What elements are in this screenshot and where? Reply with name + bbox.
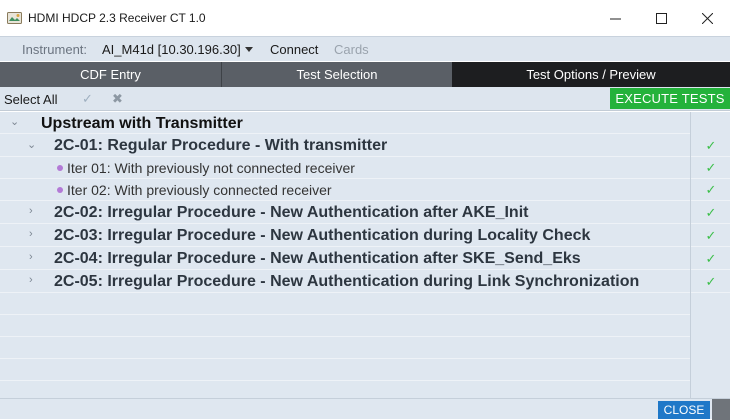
test-row[interactable]: › 2C-05: Irregular Procedure - New Authe… (0, 270, 690, 293)
empty-row (0, 293, 690, 315)
status-cell: ✓ (691, 134, 730, 157)
status-cell: ✓ (691, 201, 730, 224)
bullet-icon (57, 165, 63, 171)
tab-test-options-preview[interactable]: Test Options / Preview (452, 62, 730, 87)
execute-tests-button[interactable]: EXECUTE TESTS (610, 88, 730, 109)
tab-test-selection[interactable]: Test Selection (222, 62, 452, 87)
tree-group-row[interactable]: ⌄ Upstream with Transmitter (0, 112, 690, 134)
maximize-icon (655, 12, 667, 24)
select-all-button[interactable]: Select All (4, 92, 57, 107)
toolbar: Select All ✓ ✖ EXECUTE TESTS (0, 87, 730, 111)
status-cell: ✓ (691, 270, 730, 293)
instrument-select[interactable]: AI_M41d [10.30.196.30] (102, 42, 241, 57)
empty-row (0, 337, 690, 359)
iteration-row[interactable]: Iter 01: With previously not connected r… (0, 157, 690, 179)
iteration-label: Iter 01: With previously not connected r… (67, 160, 355, 176)
window-title: HDMI HDCP 2.3 Receiver CT 1.0 (28, 11, 206, 25)
check-icon: ✓ (705, 160, 717, 175)
test-row[interactable]: ⌄ 2C-01: Regular Procedure - With transm… (0, 134, 690, 157)
chevron-right-icon[interactable]: › (29, 205, 33, 217)
test-label: 2C-03: Irregular Procedure - New Authent… (54, 227, 591, 244)
resize-grip[interactable] (712, 399, 730, 420)
instrument-label: Instrument: (22, 42, 88, 57)
check-icon: ✓ (705, 273, 717, 289)
empty-row (0, 359, 690, 381)
check-icon: ✓ (705, 227, 717, 243)
uncheck-all-icon[interactable]: ✖ (112, 91, 123, 107)
status-cell: ✓ (691, 179, 730, 201)
chevron-right-icon[interactable]: › (29, 251, 33, 263)
minimize-button[interactable] (592, 0, 638, 36)
chevron-down-icon[interactable]: ⌄ (10, 115, 19, 128)
chevron-down-icon[interactable]: ⌄ (27, 138, 36, 151)
close-icon (701, 12, 713, 24)
chevron-down-icon[interactable] (245, 47, 253, 52)
empty-row (0, 315, 690, 337)
test-row[interactable]: › 2C-04: Irregular Procedure - New Authe… (0, 247, 690, 270)
tab-cdf-entry[interactable]: CDF Entry (0, 62, 222, 87)
footer-bar: CLOSE (0, 398, 730, 420)
instrument-bar: Instrument: AI_M41d [10.30.196.30] Conne… (0, 36, 730, 61)
test-label: 2C-02: Irregular Procedure - New Authent… (54, 204, 529, 221)
check-all-icon[interactable]: ✓ (82, 91, 93, 107)
status-cell: ✓ (691, 224, 730, 247)
bullet-icon (57, 187, 63, 193)
iteration-label: Iter 02: With previously connected recei… (67, 182, 332, 198)
test-tree: ⌄ Upstream with Transmitter ⌄ 2C-01: Reg… (0, 112, 730, 398)
chevron-right-icon[interactable]: › (29, 274, 33, 286)
check-icon: ✓ (705, 250, 717, 266)
minimize-icon (609, 18, 621, 19)
chevron-right-icon[interactable]: › (29, 228, 33, 240)
iteration-row[interactable]: Iter 02: With previously connected recei… (0, 179, 690, 201)
close-button[interactable]: CLOSE (658, 401, 710, 419)
tab-bar: CDF Entry Test Selection Test Options / … (0, 62, 730, 87)
test-label: 2C-05: Irregular Procedure - New Authent… (54, 273, 640, 290)
group-label: Upstream with Transmitter (41, 115, 243, 132)
connect-button[interactable]: Connect (270, 42, 318, 57)
app-icon (7, 12, 22, 24)
test-row[interactable]: › 2C-03: Irregular Procedure - New Authe… (0, 224, 690, 247)
status-cell: ✓ (691, 157, 730, 179)
status-cell: ✓ (691, 247, 730, 270)
test-row[interactable]: › 2C-02: Irregular Procedure - New Authe… (0, 201, 690, 224)
check-icon: ✓ (705, 137, 717, 153)
test-label: 2C-04: Irregular Procedure - New Authent… (54, 250, 581, 267)
status-column: ✓ ✓ ✓ ✓ ✓ ✓ ✓ (690, 112, 730, 398)
title-bar: HDMI HDCP 2.3 Receiver CT 1.0 (0, 0, 730, 36)
close-window-button[interactable] (684, 0, 730, 36)
check-icon: ✓ (705, 182, 717, 197)
maximize-button[interactable] (638, 0, 684, 36)
check-icon: ✓ (705, 204, 717, 220)
cards-button[interactable]: Cards (334, 42, 369, 57)
test-label: 2C-01: Regular Procedure - With transmit… (54, 137, 388, 154)
